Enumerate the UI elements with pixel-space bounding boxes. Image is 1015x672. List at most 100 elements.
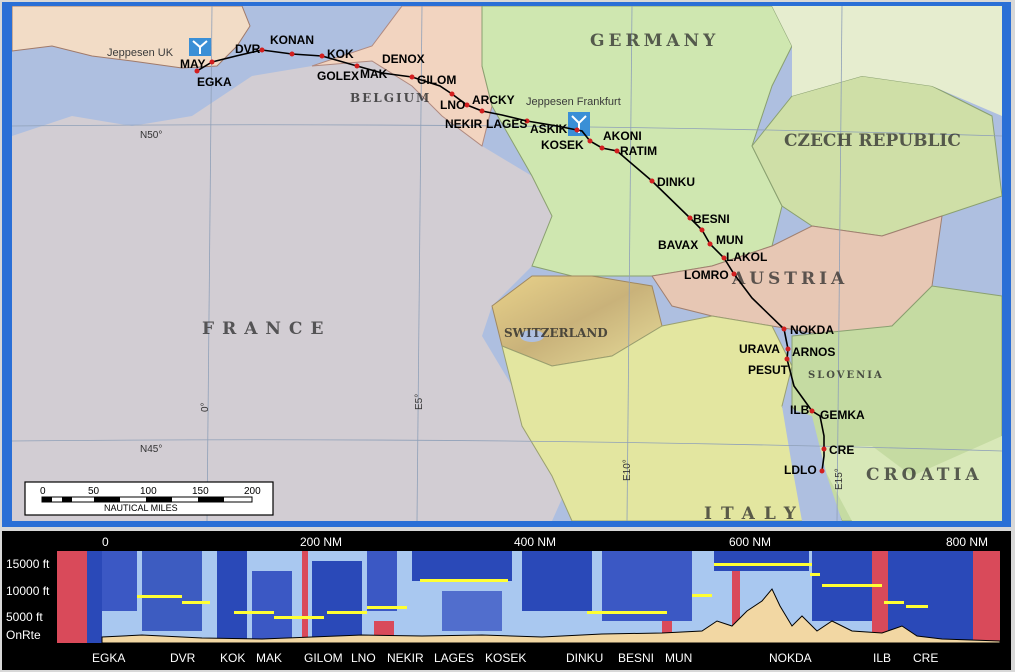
- waypoint-dot: [599, 145, 605, 151]
- waypoint-lno[interactable]: LNO: [440, 98, 465, 112]
- dist-label-400: 400 NM: [514, 535, 556, 549]
- waypoint-dot: [707, 241, 713, 247]
- country-czech-republic: CZECH REPUBLIC: [784, 131, 961, 151]
- scale-tick-100: 100: [140, 486, 157, 497]
- waypoint-denox[interactable]: DENOX: [382, 52, 425, 66]
- waypoint-dot: [289, 51, 295, 57]
- airspace-block: [87, 551, 102, 643]
- altitude-bar: [420, 579, 508, 582]
- waypoint-dot: [479, 108, 485, 114]
- waypoint-dvr[interactable]: DVR: [235, 42, 261, 56]
- airspace-block: [367, 551, 397, 611]
- scale-label: NAUTICAL MILES: [104, 503, 178, 513]
- waypoint-bavax[interactable]: BAVAX: [658, 238, 698, 252]
- waypoint-ilb[interactable]: ILB: [790, 403, 810, 417]
- waypoint-nokda[interactable]: NOKDA: [790, 323, 834, 337]
- airspace-block: [442, 591, 502, 631]
- profile-waypoint-dvr: DVR: [170, 651, 196, 665]
- waypoint-ldlo[interactable]: LDLO: [784, 463, 817, 477]
- waypoint-dot: [819, 468, 825, 474]
- waypoint-egka[interactable]: EGKA: [197, 75, 232, 89]
- altitude-bar: [182, 601, 210, 604]
- waypoint-dot: [614, 148, 620, 154]
- restricted-block: [57, 551, 87, 643]
- scale-seg: [94, 497, 120, 502]
- waypoint-dot: [587, 138, 593, 144]
- country-belgium: BELGIUM: [350, 91, 431, 105]
- country-germany: GERMANY: [590, 31, 719, 51]
- waypoint-dot: [687, 215, 693, 221]
- waypoint-arcky[interactable]: ARCKY: [472, 93, 515, 107]
- profile-waypoint-mak: MAK: [256, 651, 282, 665]
- altitude-bar: [274, 616, 324, 619]
- restricted-block: [973, 551, 1000, 643]
- profile-waypoint-lno: LNO: [351, 651, 376, 665]
- profile-waypoint-besni: BESNI: [618, 651, 654, 665]
- altitude-bar: [234, 611, 274, 614]
- waypoint-dot: [784, 356, 790, 362]
- profile-waypoint-kosek: KOSEK: [485, 651, 526, 665]
- waypoint-dot: [449, 91, 455, 97]
- airport-uk-label: Jeppesen UK: [107, 47, 174, 59]
- profile-waypoint-gilom: GILOM: [304, 651, 343, 665]
- dist-label-0: 0: [102, 535, 109, 549]
- altitude-bar: [906, 605, 928, 608]
- waypoint-dot: [699, 227, 705, 233]
- waypoint-golex[interactable]: GOLEX: [317, 69, 359, 83]
- grid-label-n45: N45°: [140, 444, 162, 455]
- waypoint-lomro[interactable]: LOMRO: [684, 268, 729, 282]
- dist-label-600: 600 NM: [729, 535, 771, 549]
- waypoint-mak[interactable]: MAK: [360, 67, 388, 81]
- profile-waypoint-egka: EGKA: [92, 651, 125, 665]
- alt-label-onrte: OnRte: [6, 628, 41, 642]
- airspace-block: [522, 551, 592, 611]
- airspace-block: [102, 551, 137, 611]
- profile-waypoint-kok: KOK: [220, 651, 245, 665]
- airspace-block: [412, 551, 512, 581]
- waypoint-gilom[interactable]: GILOM: [417, 73, 456, 87]
- scale-bar: 0 50 100 150 200 NAUTICAL MILES: [24, 481, 274, 516]
- waypoint-besni[interactable]: BESNI: [693, 212, 730, 226]
- altitude-bar: [810, 573, 820, 576]
- waypoint-lages[interactable]: LAGES: [486, 117, 527, 131]
- waypoint-dot: [781, 326, 787, 332]
- altitude-bar: [884, 601, 904, 604]
- route-map[interactable]: N50° N45° 0° E5° E10° E15° GERMANY CZECH…: [12, 6, 1002, 521]
- waypoint-nekir[interactable]: NEKIR: [445, 117, 483, 131]
- altitude-bar: [327, 611, 367, 614]
- waypoint-akoni[interactable]: AKONI: [603, 129, 642, 143]
- profile-waypoint-cre: CRE: [913, 651, 938, 665]
- profile-waypoint-lages: LAGES: [434, 651, 474, 665]
- dist-label-800: 800 NM: [946, 535, 988, 549]
- alt-label-5000: 5000 ft: [6, 610, 43, 624]
- waypoint-arnos[interactable]: ARNOS: [792, 345, 835, 359]
- waypoint-pesut[interactable]: PESUT: [748, 363, 789, 377]
- alt-label-10000: 10000 ft: [6, 584, 50, 598]
- waypoint-kosek[interactable]: KOSEK: [541, 138, 584, 152]
- waypoint-kok[interactable]: KOK: [327, 47, 354, 61]
- altitude-bar: [137, 595, 182, 598]
- altitude-bar: [692, 594, 712, 597]
- grid-label-n50: N50°: [140, 130, 162, 141]
- waypoint-dinku[interactable]: DINKU: [657, 175, 695, 189]
- grid-label-e5: E5°: [414, 394, 425, 410]
- vertical-profile-panel[interactable]: 0 200 NM 400 NM 600 NM 800 NM 15000 ft 1…: [2, 531, 1011, 670]
- profile-waypoint-dinku: DINKU: [566, 651, 603, 665]
- waypoint-konan[interactable]: KONAN: [270, 33, 314, 47]
- waypoint-gemka[interactable]: GEMKA: [820, 408, 865, 422]
- waypoint-cre[interactable]: CRE: [829, 443, 854, 457]
- airspace-block: [602, 551, 692, 621]
- waypoint-may[interactable]: MAY: [180, 57, 206, 71]
- waypoint-ratim[interactable]: RATIM: [620, 144, 657, 158]
- scale-seg: [62, 497, 72, 502]
- country-austria: AUSTRIA: [731, 269, 848, 289]
- grid-label-0: 0°: [200, 402, 211, 412]
- map-panel[interactable]: N50° N45° 0° E5° E10° E15° GERMANY CZECH…: [2, 2, 1011, 527]
- scale-tick-50: 50: [88, 486, 100, 497]
- waypoint-mun[interactable]: MUN: [716, 233, 743, 247]
- waypoint-lakol[interactable]: LAKOL: [726, 250, 767, 264]
- profile-waypoint-ilb: ILB: [873, 651, 891, 665]
- vertical-profile[interactable]: 0 200 NM 400 NM 600 NM 800 NM 15000 ft 1…: [2, 531, 1011, 670]
- waypoint-askik[interactable]: ASKIK: [530, 122, 568, 136]
- waypoint-urava[interactable]: URAVA: [739, 342, 780, 356]
